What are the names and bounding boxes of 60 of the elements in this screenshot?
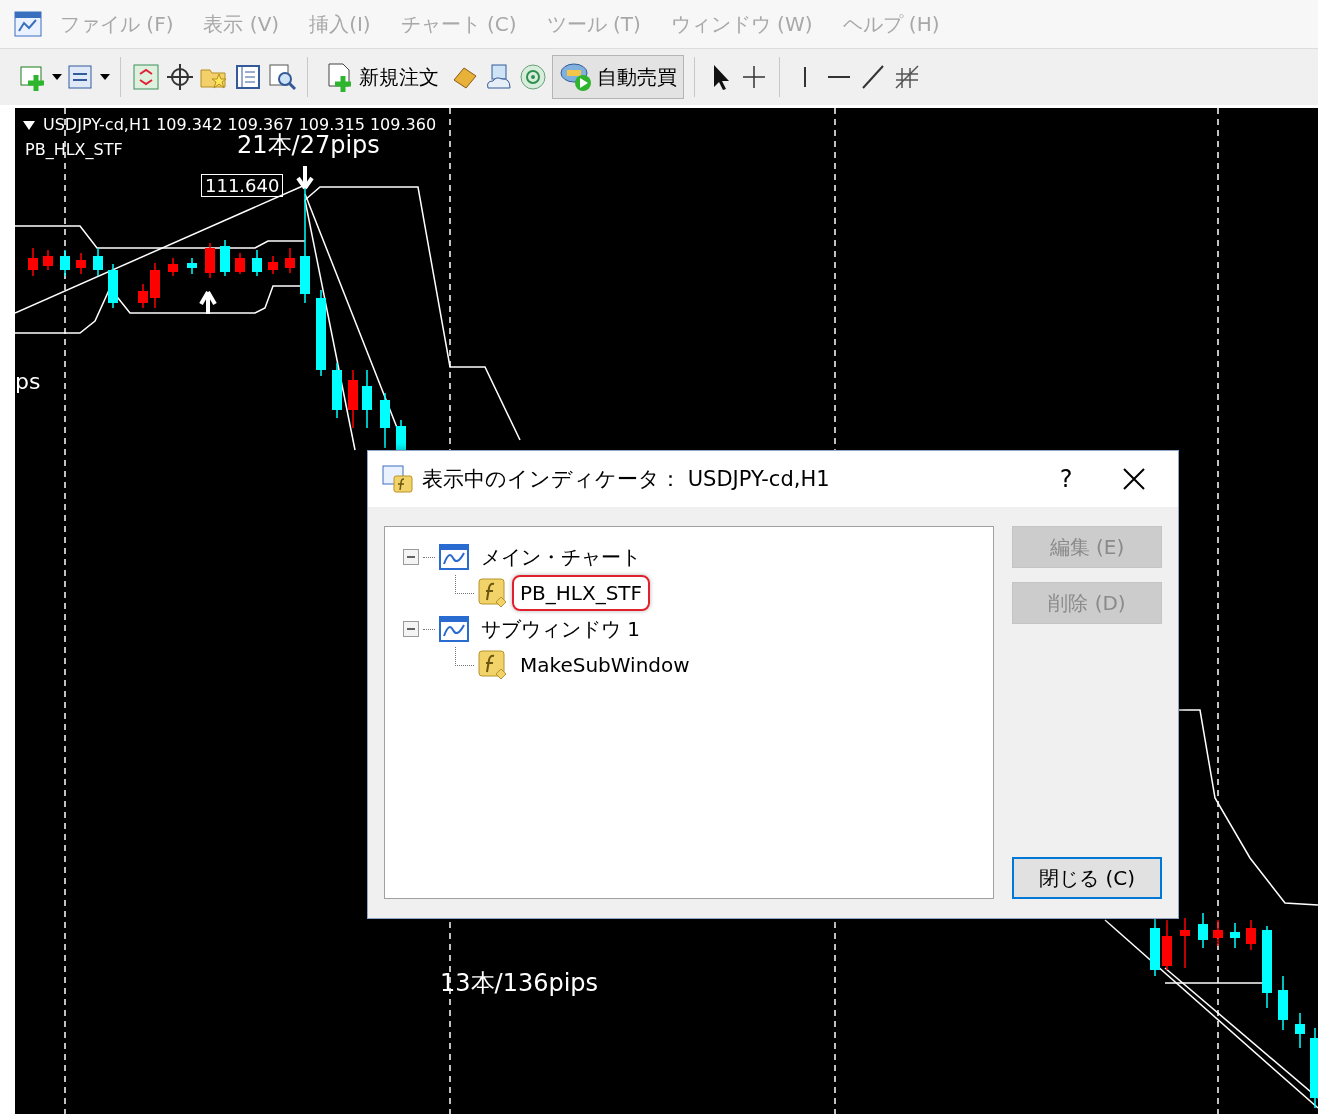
- tree-item[interactable]: メイン・チャート: [473, 537, 649, 577]
- help-button[interactable]: ?: [1036, 459, 1096, 499]
- tree-item[interactable]: サブウィンドウ 1: [473, 609, 649, 649]
- cloud-icon[interactable]: [484, 62, 514, 92]
- chart-text: 13本/136pips: [440, 970, 599, 997]
- candle: [1230, 922, 1240, 949]
- symbol-info: USDJPY-cd,H1 109.342 109.367 109.315 109.360: [23, 116, 437, 134]
- chart-text: 21本/27pips: [237, 132, 380, 159]
- candle: [252, 249, 262, 277]
- candle: [150, 262, 160, 309]
- candle: [28, 247, 38, 277]
- candle: [1246, 919, 1256, 951]
- chart-window-icon: [439, 616, 469, 642]
- candle: [268, 255, 278, 275]
- chart-text: ps: [15, 370, 41, 395]
- close-icon: [1123, 468, 1145, 490]
- candle: [380, 392, 390, 449]
- tree-item[interactable]: MakeSubWindow: [512, 647, 698, 683]
- collapse-icon: [23, 121, 35, 130]
- crosshair-icon[interactable]: [165, 62, 195, 92]
- candle: [220, 239, 230, 277]
- candle: [1213, 919, 1223, 947]
- indicator-icon: [478, 578, 508, 608]
- candle: [362, 369, 372, 429]
- candle: [285, 247, 295, 274]
- indicator-list-icon: [382, 464, 414, 494]
- candle: [235, 252, 245, 275]
- candle: [93, 247, 103, 277]
- price-label: 111.640: [201, 174, 284, 197]
- chart-window-icon: [439, 544, 469, 570]
- indicator-name: PB_HLX_STF: [25, 141, 123, 159]
- robot-play-icon: [559, 62, 593, 92]
- candle: [138, 283, 148, 309]
- chart-window-icon: [14, 11, 42, 37]
- candle: [1278, 975, 1288, 1031]
- indicator-icon: [478, 650, 508, 680]
- collapse-icon[interactable]: [403, 549, 419, 565]
- caret-icon[interactable]: [52, 74, 62, 80]
- candle: [108, 263, 118, 309]
- down-arrow-icon: [296, 164, 314, 190]
- new-order-button[interactable]: 新規注文: [318, 55, 446, 99]
- candle: [205, 242, 215, 279]
- dialog-title: 表示中のインディケータ： USDJPY-cd,H1: [422, 466, 831, 493]
- candle: [168, 257, 178, 277]
- candle: [332, 362, 342, 419]
- auto-trading-button[interactable]: 自動売買: [552, 55, 684, 99]
- candle: [60, 249, 70, 277]
- candle: [1180, 917, 1190, 969]
- candle: [1198, 912, 1208, 949]
- collapse-icon[interactable]: [403, 621, 419, 637]
- candle: [348, 369, 358, 429]
- candle: [76, 252, 86, 275]
- candle: [187, 257, 197, 275]
- candle: [43, 249, 53, 271]
- up-arrow-icon: [199, 290, 217, 316]
- candle: [1295, 1012, 1305, 1049]
- tree-item[interactable]: PB_HLX_STF: [512, 575, 651, 611]
- caret-icon[interactable]: [100, 74, 110, 80]
- dialog-button[interactable]: 閉じる (C): [1012, 857, 1162, 899]
- candle: [1162, 919, 1172, 971]
